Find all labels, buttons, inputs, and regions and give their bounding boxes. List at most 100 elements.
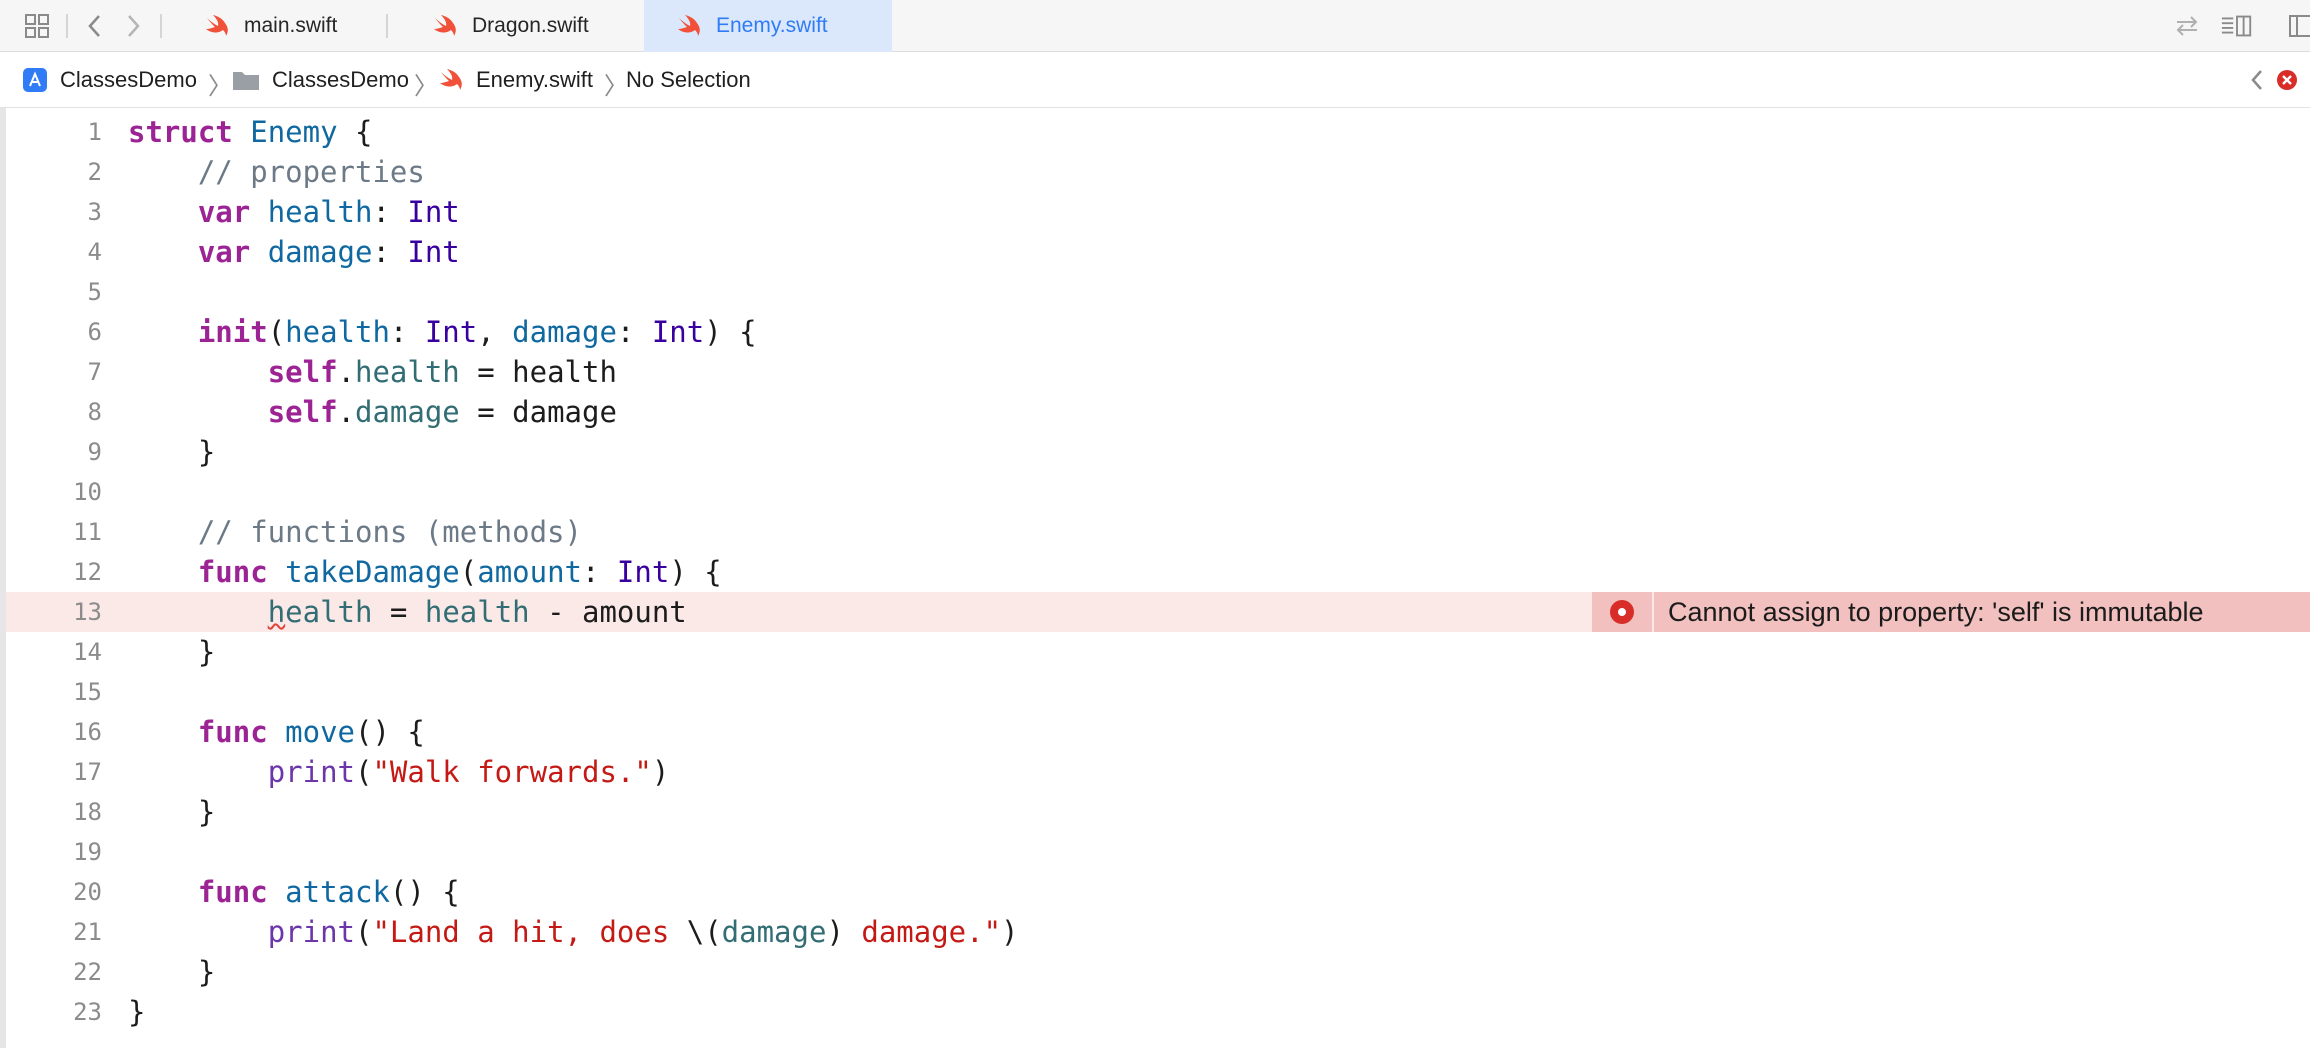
app-project-icon (22, 67, 48, 93)
breadcrumb-folder[interactable]: ClassesDemo (232, 52, 409, 108)
function-name: move (285, 715, 355, 749)
line-number: 11 (73, 518, 102, 546)
line-number: 3 (87, 198, 102, 226)
code-line: 18 } (6, 792, 2310, 832)
type-name: Int (651, 315, 705, 349)
swift-icon (438, 69, 464, 91)
previous-issue-chevron-icon[interactable] (2240, 62, 2274, 98)
code-line: 17 print("Walk forwards.") (6, 752, 2310, 792)
toolbar-divider (66, 14, 68, 38)
breadcrumb-chevron-icon: 〉 (208, 73, 232, 100)
tab-dragon-swift[interactable]: Dragon.swift (400, 0, 644, 52)
breadcrumb-project-label: ClassesDemo (60, 67, 197, 92)
code-line: 20 func attack() { (6, 872, 2310, 912)
tab-label: main.swift (244, 14, 338, 37)
closing-brace: } (128, 995, 146, 1029)
type-name: Enemy (250, 115, 338, 149)
string-literal: "Walk forwards." (372, 755, 652, 789)
parameter-name: damage (512, 315, 617, 349)
function-name: takeDamage (285, 555, 460, 589)
forward-chevron-icon[interactable] (116, 10, 150, 42)
tab-enemy-swift[interactable]: Enemy.swift (644, 0, 892, 52)
toolbar-divider (160, 14, 162, 38)
tab-bar: main.swift Dragon.swift Enemy.swift (0, 0, 2310, 52)
line-number: 20 (73, 878, 102, 906)
property-ref: ealth (285, 595, 373, 629)
property-ref: health (355, 355, 460, 389)
code-text: = damage (459, 395, 617, 429)
function-call: print (267, 915, 355, 949)
keyword: var (197, 235, 251, 269)
punctuation: : (372, 235, 408, 269)
line-number: 1 (87, 118, 102, 146)
code-line: 9 } (6, 432, 2310, 472)
code-line: 10 (6, 472, 2310, 512)
interpolation-open: \( (686, 915, 722, 949)
error-squiggle[interactable]: h (268, 595, 285, 629)
line-number: 6 (87, 318, 102, 346)
breadcrumb-file[interactable]: Enemy.swift (438, 52, 593, 108)
adjust-editor-icon[interactable] (2220, 8, 2254, 44)
type-name: Int (424, 315, 478, 349)
code-line: 12 func takeDamage(amount: Int) { (6, 552, 2310, 592)
swift-icon (676, 15, 702, 37)
code-line: 15 (6, 672, 2310, 712)
code-line: 11 // functions (methods) (6, 512, 2310, 552)
line-number: 14 (73, 638, 102, 666)
interpolation-close: ) (826, 915, 844, 949)
code-editor[interactable]: 1 struct Enemy { 2 // properties 3 var h… (6, 108, 2310, 1048)
error-message: Cannot assign to property: 'self' is imm… (1668, 596, 2204, 627)
line-number: 17 (73, 758, 102, 786)
keyword: func (197, 555, 268, 589)
parameter-name: amount (477, 555, 582, 589)
folder-icon (232, 69, 260, 91)
line-number: 18 (73, 798, 102, 826)
breadcrumb-selection[interactable]: No Selection (626, 52, 751, 108)
line-number: 21 (73, 918, 102, 946)
code-line: 3 var health: Int (6, 192, 2310, 232)
function-call: print (267, 755, 355, 789)
grid-icon[interactable] (20, 10, 54, 42)
property-ref: damage (721, 915, 827, 949)
code-line: 8 self.damage = damage (6, 392, 2310, 432)
closing-brace: } (197, 435, 216, 469)
line-number: 19 (73, 838, 102, 866)
swift-icon (204, 15, 230, 37)
type-name: Int (407, 195, 460, 229)
tab-label: Dragon.swift (472, 14, 589, 37)
tab-divider (386, 14, 388, 38)
inspector-icon[interactable] (2286, 8, 2310, 44)
line-number: 15 (73, 678, 102, 706)
code-line: 14 } (6, 632, 2310, 672)
error-icon[interactable] (1592, 592, 1654, 632)
error-banner[interactable]: Cannot assign to property: 'self' is imm… (1592, 592, 2310, 632)
code-line: 23 } (6, 992, 2310, 1032)
breadcrumb-folder-label: ClassesDemo (272, 67, 409, 92)
swap-arrows-icon[interactable] (2170, 8, 2204, 44)
breadcrumb-chevron-icon: 〉 (604, 73, 628, 100)
line-number: 13 (73, 598, 102, 626)
keyword: self (267, 395, 338, 429)
code-line: 7 self.health = health (6, 352, 2310, 392)
line-number: 9 (87, 438, 102, 466)
breadcrumb-file-label: Enemy.swift (476, 67, 593, 92)
closing-brace: } (197, 955, 216, 989)
keyword: init (197, 315, 268, 349)
property-name: damage (267, 235, 373, 269)
comment: // functions (methods) (197, 515, 582, 549)
code-text: - amount (529, 595, 687, 629)
code-text: = health (459, 355, 617, 389)
line-number: 7 (87, 358, 102, 386)
breadcrumb-project[interactable]: ClassesDemo (22, 52, 197, 108)
back-chevron-icon[interactable] (78, 10, 112, 42)
keyword: var (197, 195, 251, 229)
string-literal: "Land a hit, does (372, 915, 687, 949)
swift-icon (432, 15, 458, 37)
type-name: Int (616, 555, 670, 589)
error-count-icon[interactable] (2270, 62, 2304, 98)
function-name: attack (285, 875, 390, 909)
line-number: 16 (73, 718, 102, 746)
line-number: 23 (73, 998, 102, 1026)
tab-main-swift[interactable]: main.swift (172, 0, 386, 52)
parameter-name: health (285, 315, 390, 349)
